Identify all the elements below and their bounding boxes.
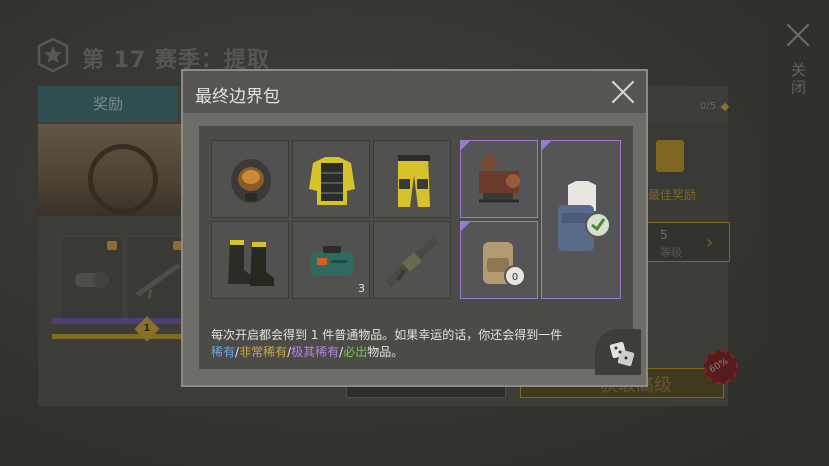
item-slot-jacket[interactable] xyxy=(292,140,370,218)
backpack-icon: 0 xyxy=(483,242,526,287)
dialog-header: 最终边界包 xyxy=(183,71,646,113)
rarity-very-rare: 非常稀有 xyxy=(239,345,288,359)
outfit-bundle-icon xyxy=(558,181,611,251)
workbench-machine-icon xyxy=(479,155,520,203)
dice-icon xyxy=(609,341,635,367)
boots-icon xyxy=(228,240,274,286)
item-slot-machine[interactable] xyxy=(460,140,538,218)
item-slot-boots[interactable] xyxy=(211,221,289,299)
item-slot-outfit[interactable] xyxy=(541,140,621,299)
pack-description: 每次开启都会得到 1 件普通物品。如果幸运的话，你还会得到一件 稀有/非常稀有/… xyxy=(211,327,611,361)
grenade-launcher-icon xyxy=(385,237,439,287)
item-slot-pants[interactable] xyxy=(373,140,451,218)
dice-button[interactable] xyxy=(595,329,641,375)
dialog-title: 最终边界包 xyxy=(195,87,280,107)
yellow-pants-icon xyxy=(398,155,430,207)
svg-text:0: 0 xyxy=(512,272,518,283)
item-slot-medkit[interactable]: 3 xyxy=(292,221,370,299)
description-line-1: 每次开启都会得到 1 件普通物品。如果幸运的话，你还会得到一件 xyxy=(211,328,563,342)
pack-dialog: 最终边界包 3 0 每次开启都会得到 1 件普通物品。如果幸运的话，你还会得到一… xyxy=(181,69,648,387)
rarity-rare: 稀有 xyxy=(211,345,236,359)
description-line-2: 稀有/非常稀有/极其稀有/必出物品。 xyxy=(211,345,404,359)
item-slot-helmet[interactable] xyxy=(211,140,289,218)
item-slot-backpack[interactable]: 0 xyxy=(460,221,538,299)
close-icon[interactable] xyxy=(610,79,636,105)
item-count: 3 xyxy=(358,282,365,295)
rarity-guaranteed: 必出 xyxy=(343,345,368,359)
gas-mask-helmet-icon xyxy=(231,159,271,203)
item-slot-launcher[interactable] xyxy=(373,221,451,299)
rarity-epic: 极其稀有 xyxy=(291,345,340,359)
yellow-armor-jacket-icon xyxy=(309,157,355,205)
